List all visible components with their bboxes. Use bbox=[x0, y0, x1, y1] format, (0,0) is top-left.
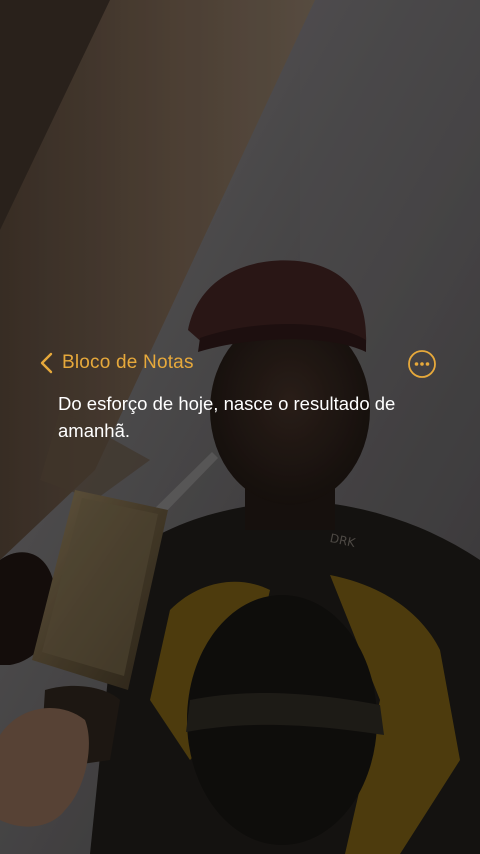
note-body[interactable]: Do esforço de hoje, nasce o resultado de… bbox=[58, 390, 458, 444]
back-label: Bloco de Notas bbox=[62, 352, 194, 373]
ellipsis-circle-icon[interactable] bbox=[407, 349, 437, 379]
chevron-left-icon bbox=[40, 352, 53, 374]
back-button[interactable]: Bloco de Notas bbox=[38, 346, 194, 380]
notes-screen: DRK Bloco de Notas Do esforço de hoje, n… bbox=[0, 0, 480, 854]
